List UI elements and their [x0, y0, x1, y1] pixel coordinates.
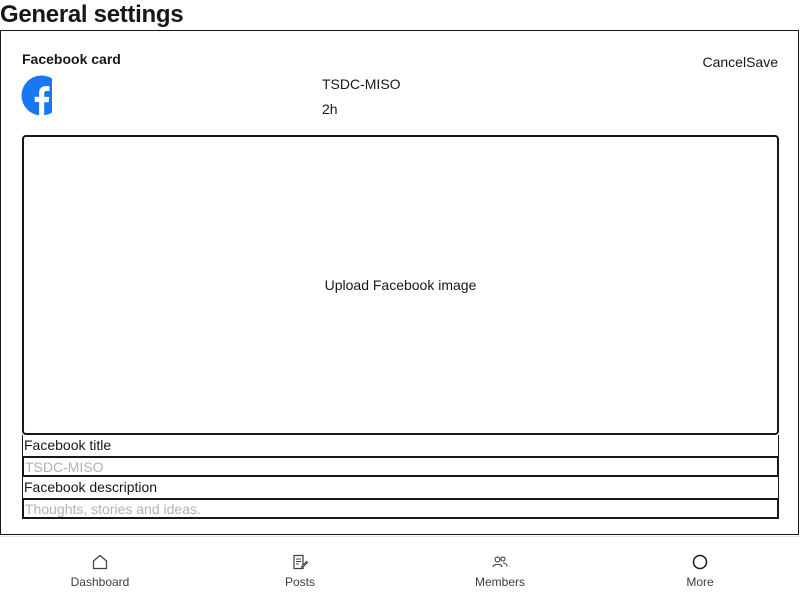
page-title: General settings: [0, 1, 184, 28]
bottom-nav: Dashboard Posts Members More: [0, 536, 800, 601]
upload-image-label: Upload Facebook image: [324, 277, 477, 293]
nav-label: Members: [474, 575, 525, 589]
card-actions: Cancel Save: [702, 54, 778, 70]
nav-item-members[interactable]: Members: [400, 537, 600, 601]
facebook-card-section: Facebook card Cancel Save TSDC-MISO 2h Up…: [0, 30, 799, 535]
members-icon: [492, 556, 508, 568]
nav-label: Posts: [284, 575, 315, 589]
nav-item-posts[interactable]: Posts: [200, 537, 400, 601]
save-button[interactable]: Save: [746, 54, 778, 70]
posts-icon: [293, 554, 309, 570]
cancel-button[interactable]: Cancel: [702, 54, 746, 70]
facebook-description-label: Facebook description: [22, 477, 779, 498]
facebook-description-input[interactable]: [22, 498, 779, 519]
facebook-title-label: Facebook title: [22, 435, 779, 456]
facebook-title-input[interactable]: [22, 456, 779, 477]
nav-item-dashboard[interactable]: Dashboard: [0, 537, 200, 601]
nav-item-more[interactable]: More: [600, 537, 800, 601]
home-icon: [92, 554, 108, 570]
upload-image-area[interactable]: Upload Facebook image: [22, 135, 779, 435]
facebook-logo-icon: [21, 75, 52, 116]
account-name: TSDC-MISO: [322, 76, 401, 92]
nav-label: More: [686, 575, 714, 589]
more-icon: [692, 554, 708, 570]
card-title: Facebook card: [22, 51, 121, 67]
nav-label: Dashboard: [70, 575, 130, 589]
post-time: 2h: [322, 101, 338, 117]
